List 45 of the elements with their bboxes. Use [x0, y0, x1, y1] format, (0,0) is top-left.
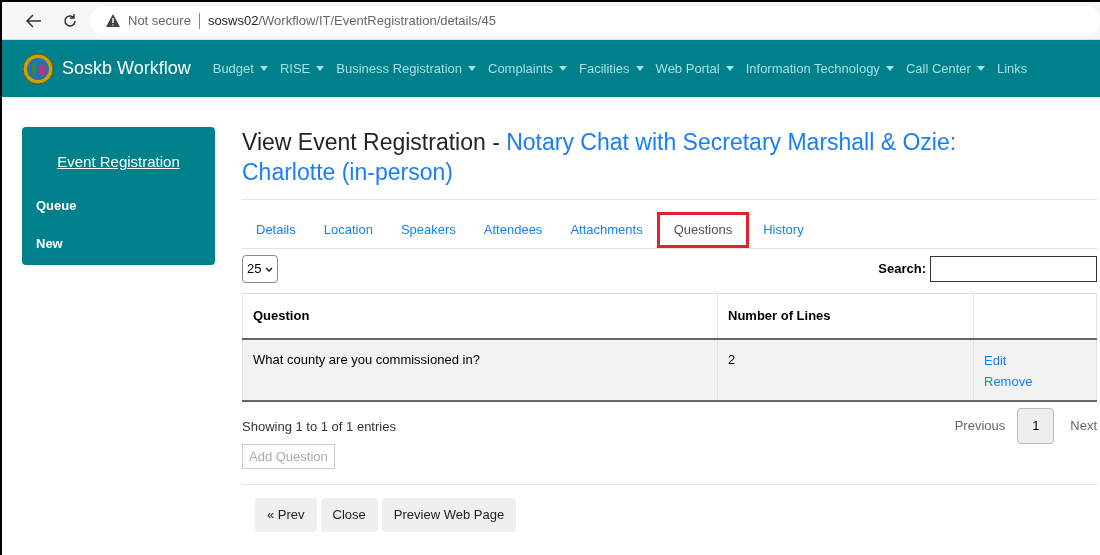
- sidebar-link[interactable]: Queue: [36, 195, 201, 215]
- nav-menu-item[interactable]: Links: [990, 58, 1034, 79]
- nav-menu-item[interactable]: Information Technology: [739, 58, 900, 79]
- tab[interactable]: Speakers: [386, 212, 470, 248]
- back-arrow-icon[interactable]: [26, 13, 42, 28]
- previous-page-link[interactable]: Previous: [942, 415, 1018, 436]
- tab[interactable]: History: [749, 212, 818, 248]
- page-number-button[interactable]: 1: [1017, 407, 1055, 444]
- url-text: sosws02/Workflow/IT/EventRegistration/details/45: [207, 11, 496, 30]
- nav-menu-item[interactable]: Business Registration: [330, 58, 482, 79]
- column-header: Number of Lines: [717, 293, 974, 339]
- tab[interactable]: Attachments: [556, 212, 657, 248]
- sidebar-link[interactable]: New: [36, 234, 201, 254]
- tab[interactable]: Location: [309, 212, 387, 248]
- search-field[interactable]: [930, 256, 1097, 282]
- address-bar[interactable]: Not secure sosws02/Workflow/IT/EventRegistration/details/45: [90, 5, 1100, 36]
- entries-info: Showing 1 to 1 of 1 entries: [242, 417, 396, 436]
- nav-menu-item[interactable]: Call Center: [899, 58, 991, 79]
- page-length-select[interactable]: 25: [242, 255, 279, 283]
- nav-menu-item[interactable]: Web Portal: [649, 58, 740, 79]
- tab[interactable]: Attendees: [469, 212, 557, 248]
- footer-button[interactable]: « Prev: [255, 498, 317, 532]
- search-label: Search:: [878, 260, 926, 279]
- tab[interactable]: Questions: [656, 212, 750, 248]
- nav-menu-item[interactable]: Facilities: [573, 58, 650, 79]
- column-header: Question: [242, 293, 718, 339]
- footer-button[interactable]: Preview Web Page: [381, 498, 517, 532]
- table-cell: 2: [717, 338, 974, 401]
- action-link[interactable]: Edit: [984, 349, 1007, 371]
- chevron-down-icon: [265, 266, 274, 272]
- table-cell: What county are you commissioned in?: [242, 338, 718, 401]
- tab[interactable]: Details: [242, 212, 310, 248]
- security-label: Not secure: [128, 11, 191, 30]
- action-link[interactable]: Remove: [984, 370, 1033, 392]
- seal-icon[interactable]: [22, 52, 54, 85]
- warning-icon: [106, 14, 120, 27]
- footer-button[interactable]: Close: [320, 498, 378, 532]
- nav-menu-item[interactable]: Complaints: [482, 58, 574, 79]
- sidebar-title-link[interactable]: Event Registration: [57, 151, 180, 174]
- nav-menu-item[interactable]: RISE: [273, 58, 331, 79]
- brand-name[interactable]: Soskb Workflow: [62, 55, 191, 82]
- next-page-link[interactable]: Next: [1054, 415, 1097, 436]
- reload-icon[interactable]: [62, 12, 78, 29]
- nav-menu-item[interactable]: Budget: [206, 58, 274, 79]
- page-title: View Event Registration - Notary Chat with Secretary Marshall & Ozie: Charlotte (in-person): [242, 128, 958, 187]
